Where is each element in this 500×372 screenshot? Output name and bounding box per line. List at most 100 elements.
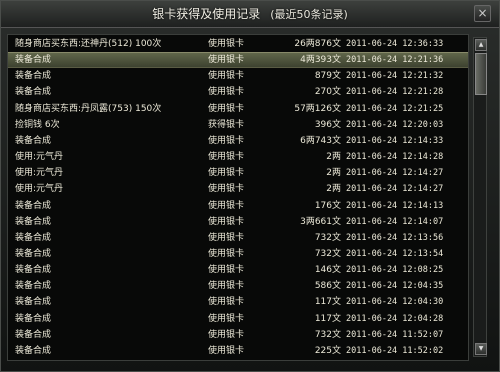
record-type: 使用银卡: [208, 87, 245, 98]
record-row[interactable]: 装备合成 使用银卡 270文 2011-06-24 12:21:28: [8, 84, 468, 100]
record-description: 装备合成: [15, 265, 52, 276]
record-row[interactable]: 装备合成 使用银卡 117文 2011-06-24 12:04:28: [8, 311, 468, 327]
record-time: 2011-06-24 12:14:28: [346, 152, 444, 163]
record-amount: 732文: [314, 232, 341, 243]
record-amount: 26两876文: [294, 39, 341, 49]
record-amount: 57两126文: [294, 103, 341, 114]
record-time: 2011-06-24 12:20:03: [346, 119, 444, 130]
record-type: 使用银卡: [208, 184, 245, 195]
record-time: 2011-06-24 12:04:35: [346, 281, 444, 292]
record-description: 装备合成: [15, 281, 52, 292]
record-row[interactable]: 捡铜钱 6次 获得银卡 396文 2011-06-24 12:20:03: [8, 117, 468, 133]
record-time: 2011-06-24 12:08:25: [346, 265, 444, 276]
record-type: 使用银卡: [208, 55, 245, 66]
record-amount: 270文: [314, 87, 341, 98]
record-amount: 732文: [314, 248, 341, 259]
record-amount: 732文: [314, 329, 341, 340]
record-row[interactable]: 装备合成 使用银卡 176文 2011-06-24 12:14:13: [8, 198, 468, 214]
record-time: 2011-06-24 11:52:07: [346, 329, 444, 340]
record-type: 使用银卡: [208, 297, 245, 308]
record-time: 2011-06-24 12:21:25: [346, 103, 444, 114]
record-time: 2011-06-24 12:14:27: [346, 168, 444, 179]
record-type: 使用银卡: [208, 135, 245, 146]
record-row[interactable]: 装备合成 使用银卡 6两743文 2011-06-24 12:14:33: [8, 133, 468, 149]
record-row[interactable]: 随身商店买东西:还神丹(512) 100次 使用银卡 26两876文 2011-06-…: [8, 36, 468, 52]
record-description: 装备合成: [15, 135, 52, 146]
record-description: 装备合成: [15, 248, 52, 259]
close-button[interactable]: ×: [474, 5, 491, 22]
window-subtitle: (最近50条记录): [270, 8, 348, 21]
record-window: 银卡获得及使用记录 (最近50条记录) × 随身商店买东西:还神丹(512) 10…: [0, 0, 500, 372]
record-description: 装备合成: [15, 313, 52, 324]
record-type: 使用银卡: [208, 281, 245, 292]
record-amount: 176文: [314, 200, 341, 211]
record-amount: 146文: [314, 265, 341, 276]
record-time: 2011-06-24 12:14:13: [346, 200, 444, 211]
record-type: 使用银卡: [208, 71, 245, 82]
record-time: 2011-06-24 12:04:30: [346, 297, 444, 308]
record-row[interactable]: 装备合成 使用银卡 4两393文 2011-06-24 12:21:36: [8, 52, 468, 69]
record-time: 2011-06-24 12:13:54: [346, 248, 444, 259]
record-type: 使用银卡: [208, 168, 245, 179]
record-amount: 2两: [326, 152, 341, 163]
record-time: 2011-06-24 12:36:33: [346, 39, 444, 49]
record-row[interactable]: 装备合成 使用银卡 225文 2011-06-24 11:52:02: [8, 343, 468, 359]
scroll-up-button[interactable]: ▲: [475, 39, 487, 51]
record-description: 使用:元气丹: [15, 168, 64, 179]
record-time: 2011-06-24 12:14:27: [346, 184, 444, 195]
record-row[interactable]: 装备合成 使用银卡 3两661文 2011-06-24 12:14:07: [8, 214, 468, 230]
record-time: 2011-06-24 12:21:36: [346, 55, 444, 66]
record-time: 2011-06-24 11:52:02: [346, 345, 444, 356]
window-title-text: 银卡获得及使用记录: [152, 7, 261, 21]
record-type: 使用银卡: [208, 329, 245, 340]
record-type: 获得银卡: [208, 119, 245, 130]
record-time: 2011-06-24 12:14:07: [346, 216, 444, 227]
record-amount: 225文: [314, 345, 341, 356]
scrollbar[interactable]: ▲ ▼: [473, 37, 487, 357]
record-row[interactable]: 随身商店买东西:丹凤露(753) 150次 使用银卡 57两126文 2011-06-…: [8, 101, 468, 117]
record-row[interactable]: 使用:元气丹 使用银卡 2两 2011-06-24 12:14:27: [8, 181, 468, 197]
record-type: 使用银卡: [208, 39, 245, 49]
record-time: 2011-06-24 12:13:56: [346, 232, 444, 243]
window-title: 银卡获得及使用记录 (最近50条记录): [1, 1, 499, 27]
record-description: 随身商店买东西:丹凤露(753) 150次: [15, 103, 162, 114]
record-amount: 586文: [314, 281, 341, 292]
record-row[interactable]: 装备合成 使用银卡 879文 2011-06-24 12:21:32: [8, 68, 468, 84]
scroll-thumb[interactable]: [475, 53, 487, 95]
scroll-down-button[interactable]: ▼: [475, 343, 487, 355]
record-amount: 879文: [314, 71, 341, 82]
record-list[interactable]: 随身商店买东西:还神丹(512) 100次 使用银卡 26两876文 2011-06-…: [7, 34, 469, 361]
record-description: 捡铜钱 6次: [15, 119, 60, 130]
record-row[interactable]: 装备合成 使用银卡 732文 2011-06-24 11:52:07: [8, 327, 468, 343]
record-description: 装备合成: [15, 297, 52, 308]
title-bar[interactable]: 银卡获得及使用记录 (最近50条记录): [1, 1, 499, 28]
record-row[interactable]: 装备合成 使用银卡 146文 2011-06-24 12:08:25: [8, 262, 468, 278]
record-amount: 117文: [314, 297, 341, 308]
record-amount: 396文: [314, 119, 341, 130]
record-description: 随身商店买东西:还神丹(512) 100次: [15, 39, 162, 49]
record-amount: 6两743文: [300, 135, 341, 146]
record-row[interactable]: 使用:元气丹 使用银卡 2两 2011-06-24 12:14:28: [8, 149, 468, 165]
record-amount: 4两393文: [300, 55, 341, 66]
record-time: 2011-06-24 12:21:28: [346, 87, 444, 98]
record-description: 装备合成: [15, 329, 52, 340]
record-type: 使用银卡: [208, 265, 245, 276]
record-amount: 2两: [326, 168, 341, 179]
record-row[interactable]: 装备合成 使用银卡 117文 2011-06-24 12:04:30: [8, 294, 468, 310]
record-type: 使用银卡: [208, 248, 245, 259]
record-row[interactable]: 装备合成 使用银卡 586文 2011-06-24 12:04:35: [8, 278, 468, 294]
record-description: 装备合成: [15, 345, 52, 356]
record-description: 装备合成: [15, 232, 52, 243]
record-row[interactable]: 装备合成 使用银卡 732文 2011-06-24 12:13:56: [8, 230, 468, 246]
record-type: 使用银卡: [208, 216, 245, 227]
record-description: 装备合成: [15, 216, 52, 227]
record-amount: 3两661文: [300, 216, 341, 227]
record-row[interactable]: 装备合成 使用银卡 732文 2011-06-24 12:13:54: [8, 246, 468, 262]
record-type: 使用银卡: [208, 152, 245, 163]
record-type: 使用银卡: [208, 232, 245, 243]
record-description: 装备合成: [15, 55, 52, 66]
record-description: 装备合成: [15, 71, 52, 82]
record-time: 2011-06-24 12:04:28: [346, 313, 444, 324]
record-row[interactable]: 使用:元气丹 使用银卡 2两 2011-06-24 12:14:27: [8, 165, 468, 181]
record-description: 使用:元气丹: [15, 152, 64, 163]
